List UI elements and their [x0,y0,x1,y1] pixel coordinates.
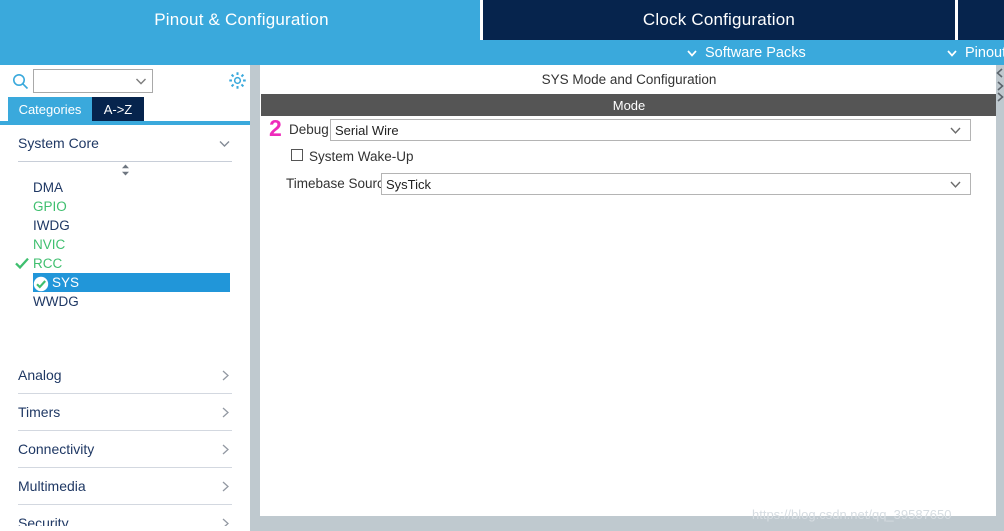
timebase-select-value: SysTick [386,176,432,192]
category-group-analog[interactable]: Analog [18,357,232,394]
gear-icon[interactable] [228,71,247,90]
peripheral-item-sys-content: SYS [33,275,80,292]
peripheral-item-wwdg-label: WWDG [33,294,79,309]
sidebar-view-tabs: Categories A->Z [0,97,250,125]
scroll-updown-icon [121,164,129,176]
debug-select[interactable]: Serial Wire [330,119,971,141]
peripheral-item-wwdg[interactable]: WWDG [0,292,250,311]
sys-configuration-panel: SYS Mode and Configuration Mode 2 Debug … [260,65,997,516]
peripheral-item-nvic-label: NVIC [33,237,66,252]
search-icon [13,74,29,90]
peripheral-item-iwdg-label: IWDG [33,218,70,233]
category-group-multimedia[interactable]: Multimedia [18,468,232,505]
search-input[interactable] [34,70,130,92]
mode-form: 2 Debug Serial Wire System Wake-Up Timeb… [261,115,997,198]
category-group-timers-label: Timers [18,404,61,420]
annotation-badge-2: 2 [269,115,282,141]
peripheral-item-gpio-label: GPIO [33,199,67,214]
peripheral-item-iwdg[interactable]: IWDG [0,216,250,235]
category-group-timers[interactable]: Timers [18,394,232,431]
chevron-right-icon [222,370,229,380]
tab-clock-configuration[interactable]: Clock Configuration [483,0,955,40]
watermark: https://blog.csdn.net/qq_39587650 [752,507,952,522]
peripheral-item-rcc[interactable]: RCC [0,254,250,273]
chevron-down-icon[interactable] [135,76,147,87]
sidebar-search-row [0,65,250,97]
panel-title: SYS Mode and Configuration [261,65,997,94]
chevron-down-icon[interactable] [949,125,962,136]
search-combobox[interactable] [33,69,153,93]
category-group-multimedia-label: Multimedia [18,478,86,494]
debug-select-value: Serial Wire [335,122,399,138]
pinout-menu[interactable]: Pinout [946,40,1004,65]
peripheral-item-gpio[interactable]: GPIO [0,197,250,216]
tab-clock-configuration-label: Clock Configuration [642,10,796,29]
peripheral-sidebar: Categories A->Z System Core DMA GPIO IWD… [0,65,250,531]
sidebar-bottom-edge [0,526,250,531]
sidebar-tab-categories[interactable]: Categories [8,97,92,121]
software-packs-label: Software Packs [705,44,806,61]
main-tab-bar: Pinout & Configuration Clock Configurati… [0,0,1004,40]
mode-section-header: Mode [261,94,997,116]
sidebar-tab-a-to-z-label: A->Z [103,101,133,117]
cubemx-window: Pinout & Configuration Clock Configurati… [0,0,1004,531]
tab-pinout-configuration-label: Pinout & Configuration [154,10,329,29]
chevron-right-icon [222,481,229,491]
chevron-down-icon [219,140,230,147]
pinout-label: Pinout [965,44,1004,61]
debug-label: Debug [289,122,329,137]
check-icon [15,257,29,270]
panel-title-label: SYS Mode and Configuration [541,72,717,87]
debug-row: 2 Debug Serial Wire [261,115,997,144]
sidebar-tab-a-to-z[interactable]: A->Z [92,97,144,121]
mode-section-header-label: Mode [612,97,646,113]
peripheral-item-sys[interactable]: SYS [33,273,230,292]
peripheral-item-nvic[interactable]: NVIC [0,235,250,254]
peripheral-item-dma[interactable]: DMA [0,178,250,197]
tab-third[interactable] [958,0,1004,40]
chevron-right-icon [222,444,229,454]
timebase-row: Timebase Source SysTick [261,170,997,198]
software-packs-menu[interactable]: Software Packs [686,40,806,65]
chevron-down-icon [947,49,957,57]
secondary-toolbar: Software Packs Pinout [0,40,1004,65]
timebase-label: Timebase Source [286,176,392,191]
system-wakeup-label: System Wake-Up [309,149,414,164]
tab-pinout-configuration[interactable]: Pinout & Configuration [0,0,483,40]
category-group-analog-label: Analog [18,367,62,383]
category-group-system-core[interactable]: System Core [18,125,232,162]
right-splitter[interactable] [996,65,1004,531]
splitter-arrows-icon[interactable] [996,66,1004,104]
chevron-right-icon [222,407,229,417]
peripheral-item-rcc-label: RCC [33,256,63,271]
peripheral-item-dma-label: DMA [33,180,63,195]
peripheral-item-sys-label: SYS [52,275,80,290]
circle-check-icon[interactable] [33,276,49,292]
system-wakeup-checkbox[interactable] [291,149,303,161]
chevron-down-icon[interactable] [949,179,962,190]
collapsed-category-groups: Analog Timers Connectivity Multimedia Se… [0,357,250,531]
timebase-select[interactable]: SysTick [381,173,971,195]
system-wakeup-row: System Wake-Up [261,144,997,170]
category-group-connectivity[interactable]: Connectivity [18,431,232,468]
category-group-connectivity-label: Connectivity [18,441,95,457]
category-group-system-core-label: System Core [18,135,99,151]
chevron-down-icon [687,49,697,57]
category-list: System Core DMA GPIO IWDG NVIC RCC SYS W… [0,125,250,531]
sidebar-tab-categories-label: Categories [18,101,82,117]
sidebar-main-divider[interactable] [250,65,260,531]
peripheral-scroll-indicator[interactable] [0,162,250,178]
system-core-peripheral-list: DMA GPIO IWDG NVIC RCC SYS WWDG [0,178,250,311]
